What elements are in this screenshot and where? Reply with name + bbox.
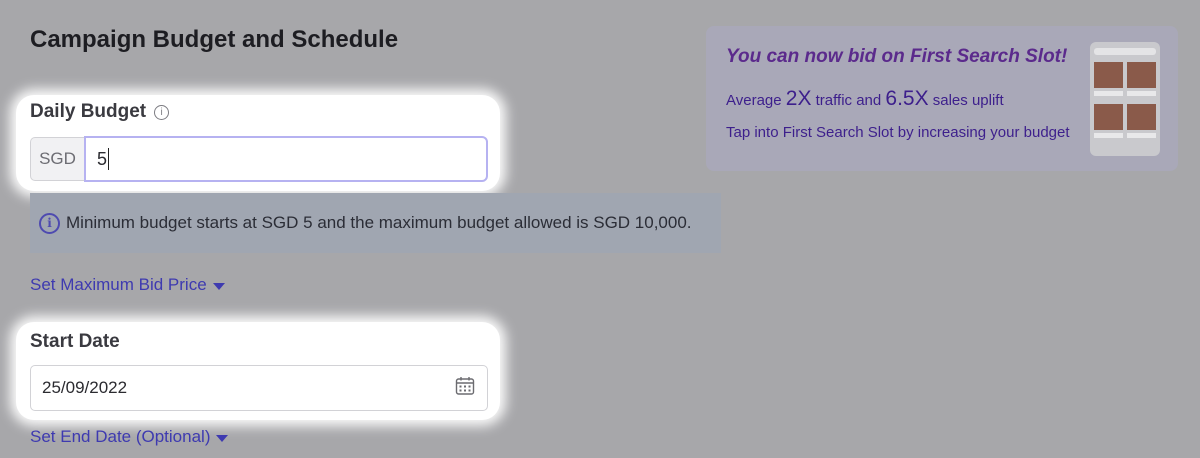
promo-stats-mid: traffic and	[811, 92, 886, 109]
currency-prefix: SGD	[30, 137, 84, 181]
set-max-bid-link[interactable]: Set Maximum Bid Price	[30, 275, 225, 295]
start-date-value: 25/09/2022	[42, 378, 128, 397]
start-date-label: Start Date	[30, 331, 120, 352]
promo-cta-text: Tap into First Search Slot by increasing…	[726, 124, 1070, 141]
start-date-input[interactable]: 25/09/2022	[30, 365, 488, 411]
first-search-slot-promo: You can now bid on First Search Slot! Av…	[706, 26, 1178, 171]
product-caption	[1127, 91, 1156, 96]
product-caption	[1127, 133, 1156, 138]
promo-stats-prefix: Average	[726, 92, 786, 109]
text-cursor	[108, 148, 110, 170]
phone-preview-image	[1090, 42, 1160, 156]
product-thumbnail	[1127, 104, 1156, 130]
set-end-date-label: Set End Date (Optional)	[30, 427, 211, 446]
promo-sales-stat: 6.5X	[885, 87, 929, 110]
product-caption	[1094, 91, 1123, 96]
page-title: Campaign Budget and Schedule	[30, 26, 399, 53]
budget-notice: i Minimum budget starts at SGD 5 and the…	[30, 193, 721, 253]
promo-stats-line: Average 2X traffic and 6.5X sales uplift	[726, 87, 1004, 111]
set-max-bid-label: Set Maximum Bid Price	[30, 275, 207, 294]
promo-stats-suffix: sales uplift	[928, 92, 1004, 109]
phone-search-bar	[1094, 48, 1156, 55]
daily-budget-value: 5	[97, 148, 108, 169]
product-caption	[1094, 133, 1123, 138]
product-thumbnail	[1094, 104, 1123, 130]
calendar-icon[interactable]	[455, 376, 475, 401]
product-thumbnail	[1094, 62, 1123, 88]
info-icon: i	[39, 212, 60, 234]
budget-notice-text: Minimum budget starts at SGD 5 and the m…	[66, 213, 692, 232]
daily-budget-input[interactable]: 5	[84, 136, 488, 182]
daily-budget-label: Daily Budget i	[30, 101, 170, 123]
caret-down-icon	[212, 282, 225, 290]
set-end-date-link[interactable]: Set End Date (Optional)	[30, 427, 229, 447]
promo-heading: You can now bid on First Search Slot!	[726, 46, 1068, 67]
caret-down-icon	[216, 434, 229, 442]
daily-budget-label-text: Daily Budget	[30, 101, 147, 122]
product-thumbnail	[1127, 62, 1156, 88]
promo-traffic-stat: 2X	[785, 87, 812, 110]
info-icon[interactable]: i	[154, 104, 170, 120]
